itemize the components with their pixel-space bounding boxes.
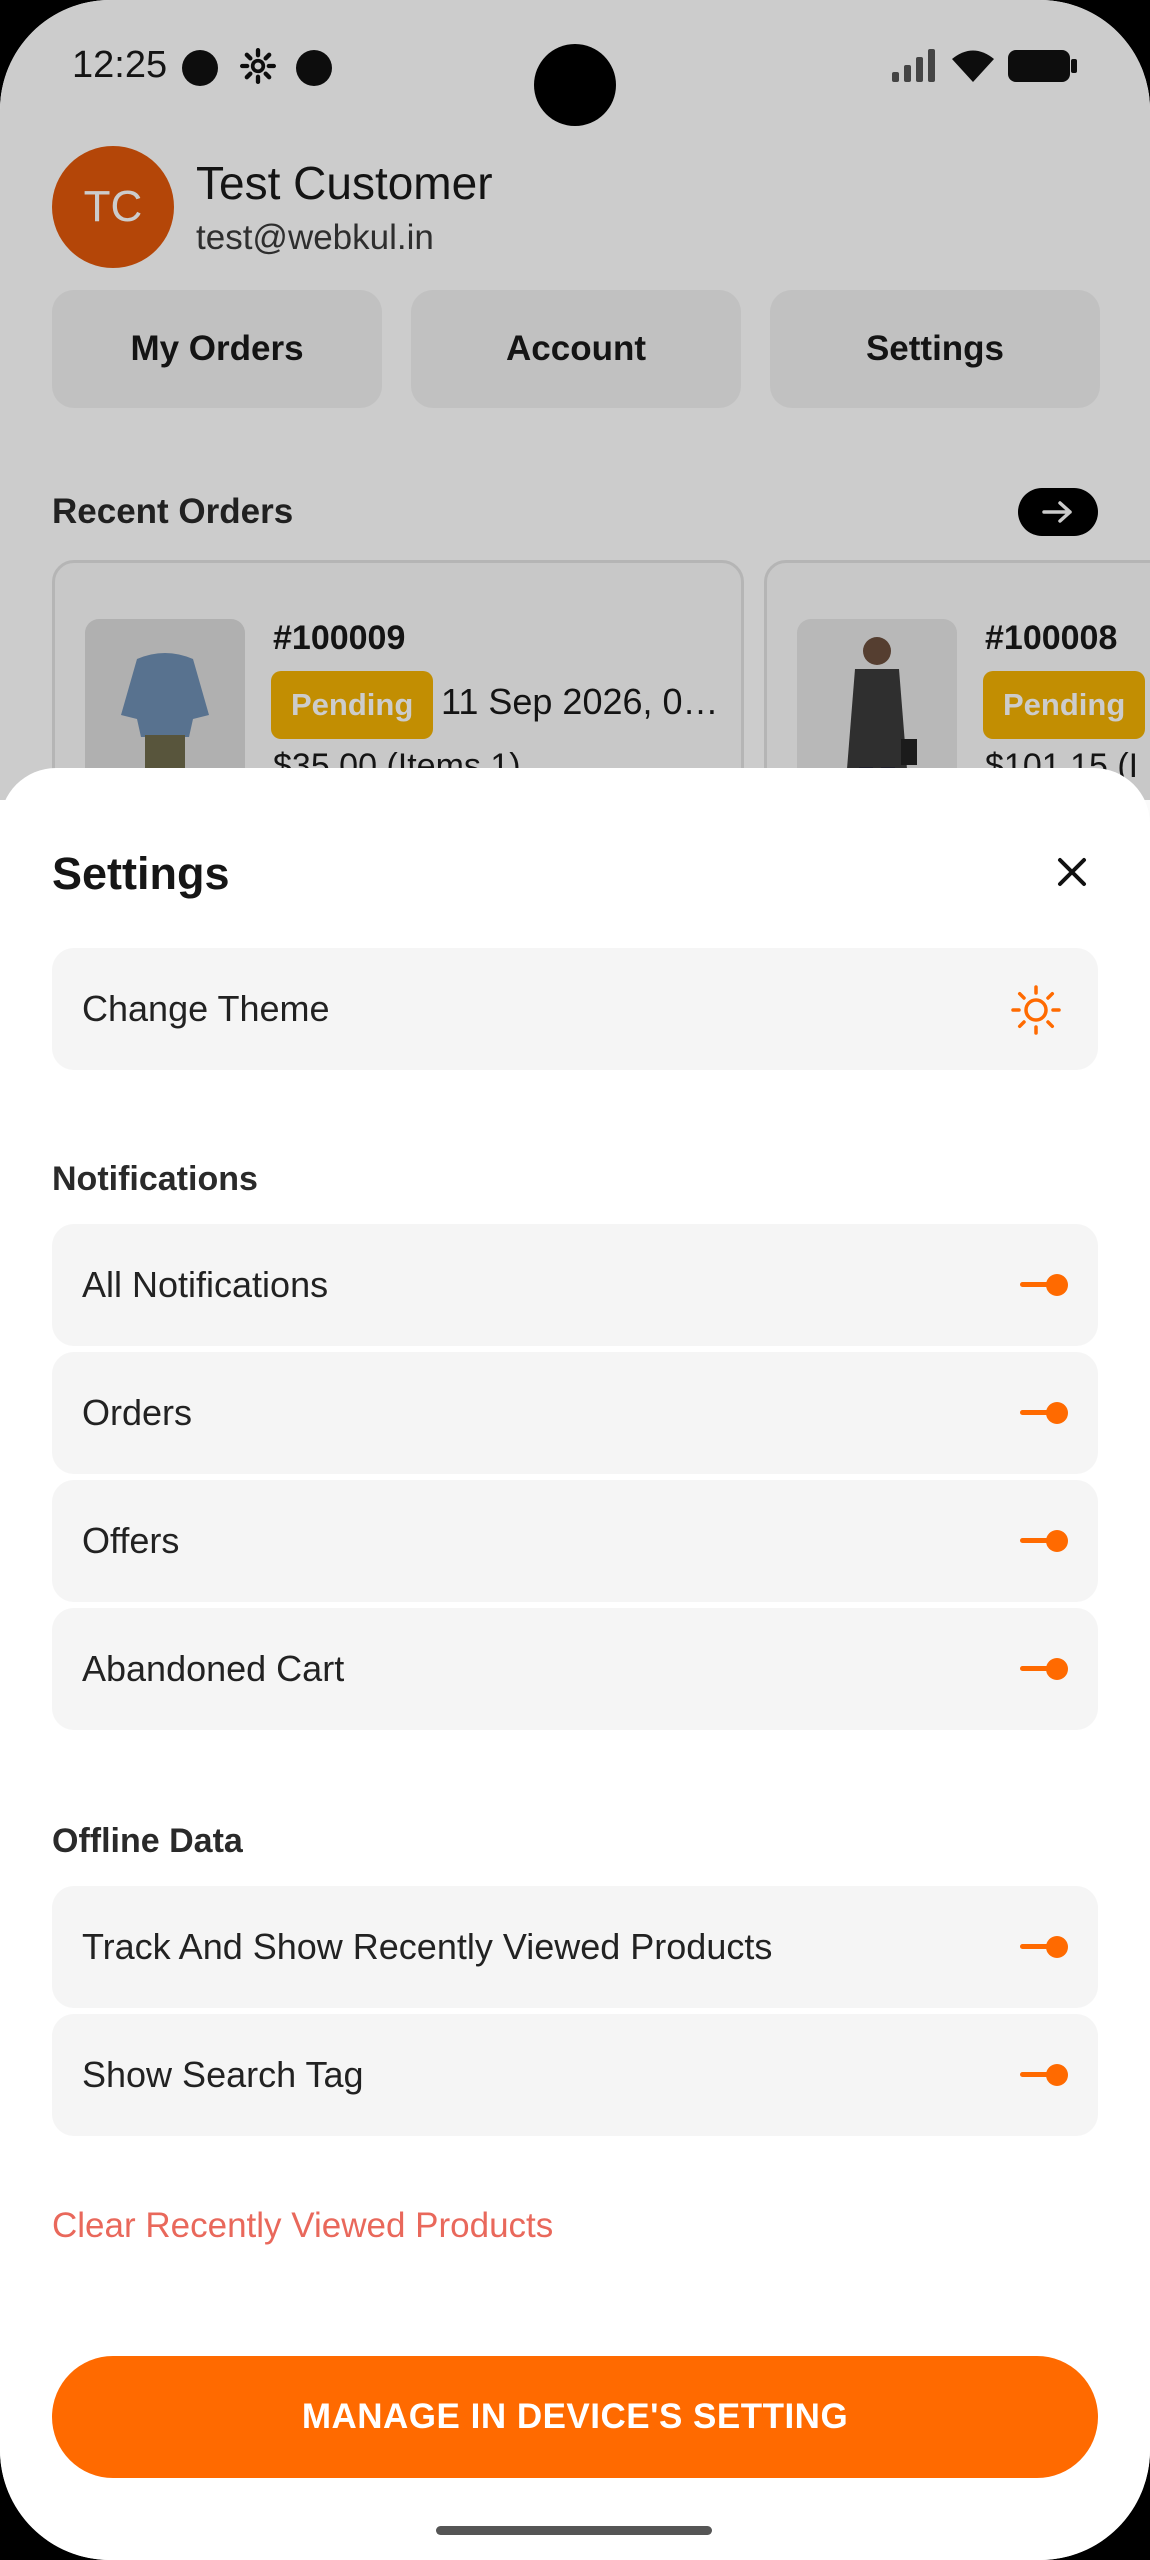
search-tag-label: Show Search Tag bbox=[82, 2054, 364, 2095]
modal-scrim[interactable] bbox=[0, 0, 1150, 800]
change-theme-row[interactable]: Change Theme bbox=[52, 948, 1098, 1070]
offers-notifications-label: Offers bbox=[82, 1520, 180, 1561]
all-notifications-toggle[interactable] bbox=[1020, 1269, 1068, 1299]
recently-viewed-label: Track And Show Recently Viewed Products bbox=[82, 1926, 773, 1967]
settings-sheet: Settings Change Theme Notifications All … bbox=[0, 768, 1150, 2560]
sheet-title: Settings bbox=[52, 848, 230, 899]
orders-notifications-label: Orders bbox=[82, 1392, 193, 1433]
search-tag-toggle[interactable] bbox=[1020, 2059, 1068, 2089]
manage-device-settings-button[interactable]: MANAGE IN DEVICE'S SETTING bbox=[52, 2356, 1098, 2478]
sun-icon[interactable] bbox=[1010, 984, 1062, 1036]
recently-viewed-row[interactable]: Track And Show Recently Viewed Products bbox=[52, 1886, 1098, 2008]
all-notifications-row[interactable]: All Notifications bbox=[52, 1224, 1098, 1346]
offers-notifications-toggle[interactable] bbox=[1020, 1525, 1068, 1555]
orders-notifications-row[interactable]: Orders bbox=[52, 1352, 1098, 1474]
phone-screen: 12:25 TC Test Customer test@webkul.in My… bbox=[0, 0, 1150, 2560]
all-notifications-label: All Notifications bbox=[82, 1264, 329, 1305]
abandoned-cart-row[interactable]: Abandoned Cart bbox=[52, 1608, 1098, 1730]
account-page: 12:25 TC Test Customer test@webkul.in My… bbox=[0, 0, 1150, 840]
clear-recently-viewed-link[interactable]: Clear Recently Viewed Products bbox=[52, 2206, 553, 2246]
notifications-section-title: Notifications bbox=[52, 1160, 258, 1198]
search-tag-row[interactable]: Show Search Tag bbox=[52, 2014, 1098, 2136]
orders-notifications-toggle[interactable] bbox=[1020, 1397, 1068, 1427]
change-theme-label: Change Theme bbox=[82, 988, 330, 1029]
home-indicator[interactable] bbox=[436, 2526, 712, 2535]
abandoned-cart-label: Abandoned Cart bbox=[82, 1648, 345, 1689]
recently-viewed-toggle[interactable] bbox=[1020, 1931, 1068, 1961]
offline-data-section-title: Offline Data bbox=[52, 1822, 243, 1860]
close-icon[interactable] bbox=[1050, 850, 1094, 894]
offers-notifications-row[interactable]: Offers bbox=[52, 1480, 1098, 1602]
abandoned-cart-toggle[interactable] bbox=[1020, 1653, 1068, 1683]
